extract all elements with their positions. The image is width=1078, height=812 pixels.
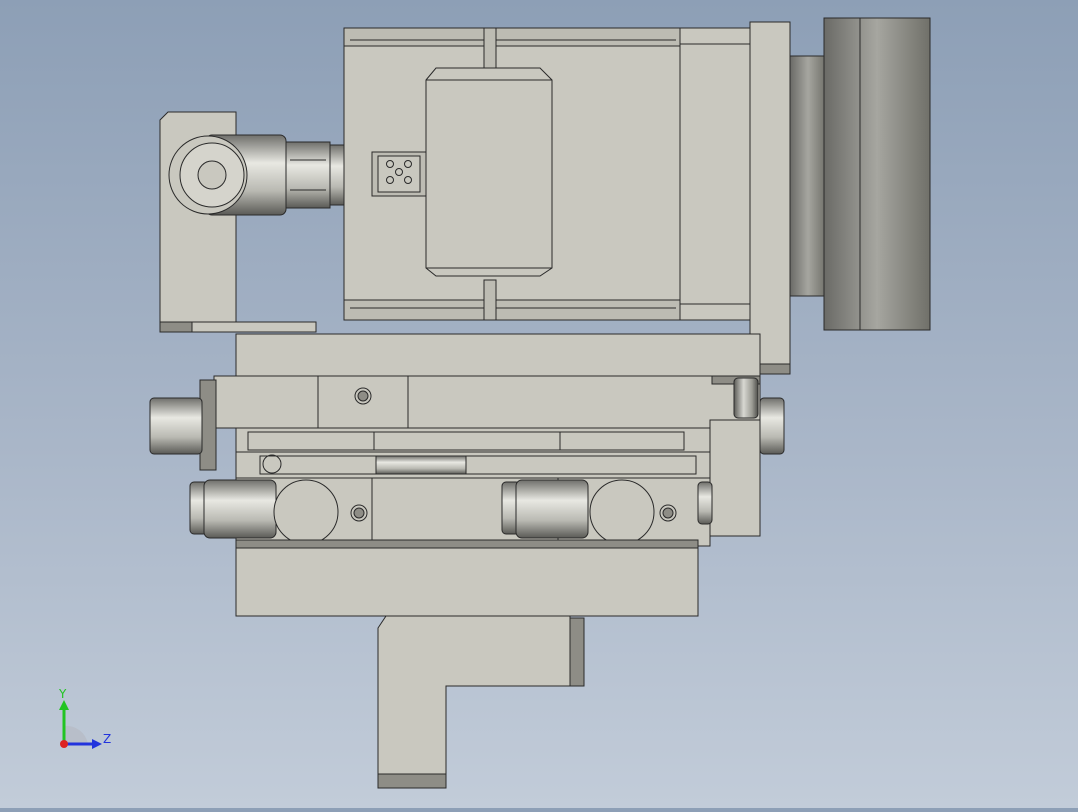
cad-3d-viewport[interactable]	[0, 0, 1078, 808]
motor-mount-plate	[749, 21, 791, 375]
assembly-drawing	[149, 17, 931, 789]
triad-graphic: Y Z	[58, 687, 111, 749]
x-axis-dot	[60, 740, 68, 748]
z-axis-head	[92, 739, 102, 749]
base-plate	[235, 547, 699, 617]
guide-rail	[235, 427, 711, 479]
bottom-bracket	[377, 615, 585, 789]
servo-motor	[343, 27, 751, 321]
elbow-fitting	[168, 134, 347, 216]
orientation-triad: Y Z	[52, 686, 122, 756]
z-axis-label: Z	[103, 732, 111, 746]
triad-arc	[64, 725, 88, 744]
cylinder-row	[189, 477, 713, 549]
right-side-block	[709, 419, 761, 537]
slide-upper-plate	[213, 333, 761, 429]
y-axis-label: Y	[58, 687, 67, 701]
y-axis-head	[59, 700, 69, 710]
reducer-flange	[789, 17, 931, 331]
